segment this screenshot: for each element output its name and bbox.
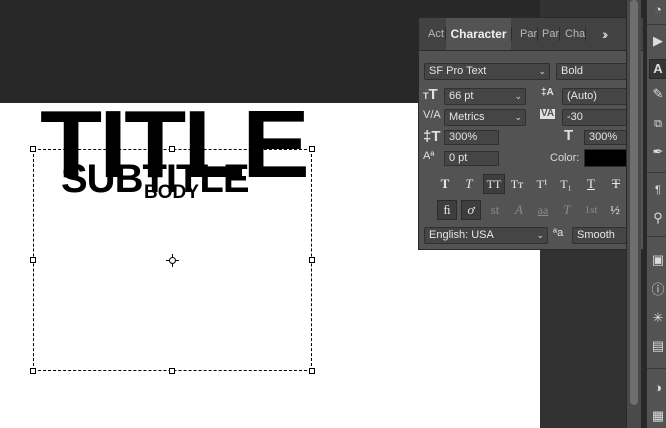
baseline-shift-icon: Aª bbox=[423, 150, 435, 162]
transform-handle[interactable] bbox=[30, 368, 36, 374]
toolbar: ◔ ▶ A ✎ ⧉ ✒ ¶ ⚲ ▣ ⓘ ✳ ▤ ◑ ▦ bbox=[646, 0, 666, 428]
baseline-shift-input[interactable]: 0 pt bbox=[444, 151, 499, 166]
font-style-value: Bold bbox=[561, 65, 584, 77]
paragraph-icon[interactable]: ¶ bbox=[649, 180, 666, 200]
ligatures-button[interactable]: ﬁ bbox=[437, 200, 457, 220]
tab-character[interactable]: Character bbox=[446, 18, 511, 50]
tab-actions[interactable]: Act bbox=[428, 18, 444, 50]
ordinals-button[interactable]: 1st bbox=[581, 200, 601, 220]
transform-handle[interactable] bbox=[169, 368, 175, 374]
sparkle-icon[interactable]: ✳ bbox=[649, 308, 666, 328]
transform-handle[interactable] bbox=[309, 368, 315, 374]
transform-handle[interactable] bbox=[30, 257, 36, 263]
horizontal-scale-icon: T bbox=[564, 127, 574, 144]
faux-bold-button[interactable]: T bbox=[435, 174, 455, 194]
font-size-icon: TT bbox=[423, 86, 438, 103]
vertical-scale-input[interactable]: 300% bbox=[444, 130, 499, 145]
font-family-select[interactable]: SF Pro Text ⌄ bbox=[424, 63, 550, 80]
chevron-down-icon: ⌄ bbox=[514, 112, 522, 122]
superscript-button[interactable]: T¹ bbox=[532, 174, 552, 194]
chevron-down-icon: ⌄ bbox=[514, 91, 522, 101]
kerning-value: Metrics bbox=[449, 111, 485, 123]
adjust-icon[interactable]: ⚲ bbox=[649, 208, 666, 228]
info-icon[interactable]: ⓘ bbox=[649, 280, 666, 300]
stylistic-alternates-button[interactable]: st bbox=[485, 200, 505, 220]
tab-paragraph-styles[interactable]: Par bbox=[542, 18, 559, 50]
play-icon[interactable]: ▶ bbox=[649, 31, 666, 51]
vertical-scale-icon: ‡T bbox=[423, 128, 441, 145]
font-size-select[interactable]: 66 pt ⌄ bbox=[444, 88, 526, 105]
small-caps-button[interactable]: Tт bbox=[507, 174, 527, 194]
reference-point-icon[interactable] bbox=[166, 254, 179, 267]
strikethrough-button[interactable]: T bbox=[606, 174, 626, 194]
swash-button[interactable]: A bbox=[509, 200, 529, 220]
character-panel: Act Character Par Par Cha ›› SF Pro Text… bbox=[418, 17, 644, 250]
notes-icon[interactable]: ▤ bbox=[649, 336, 666, 356]
transform-handle[interactable] bbox=[309, 257, 315, 263]
color-wheel-icon[interactable]: ◑ bbox=[649, 378, 666, 398]
opentype-buttons: ﬁ ơ st A aa T 1st ½ bbox=[437, 200, 637, 220]
all-caps-button[interactable]: TT bbox=[483, 174, 505, 194]
anti-aliasing-icon: ªa bbox=[553, 227, 564, 239]
tab-character-styles[interactable]: Cha bbox=[565, 18, 585, 50]
type-tool-icon[interactable]: A bbox=[649, 59, 666, 79]
leading-icon: ‡A bbox=[541, 87, 554, 98]
dock-scrollbar[interactable] bbox=[630, 0, 638, 405]
layers-icon[interactable]: ▦ bbox=[649, 406, 666, 426]
contextual-alternates-button[interactable]: T bbox=[557, 200, 577, 220]
language-value: English: USA bbox=[429, 229, 494, 241]
tab-paragraph[interactable]: Par bbox=[520, 18, 537, 50]
tracking-icon: VA bbox=[540, 108, 556, 119]
titling-alternates-button[interactable]: aa bbox=[533, 200, 553, 220]
chevron-down-icon: ⌄ bbox=[538, 66, 546, 76]
tool-icon-top[interactable]: ◔ bbox=[649, 0, 666, 20]
tracking-value: -30 bbox=[567, 111, 583, 123]
transform-icon[interactable]: ⧉ bbox=[649, 114, 666, 134]
transform-handle[interactable] bbox=[169, 146, 175, 152]
discretionary-ligatures-button[interactable]: ơ bbox=[461, 200, 481, 220]
font-family-value: SF Pro Text bbox=[429, 65, 487, 77]
leading-value: (Auto) bbox=[567, 90, 597, 102]
brush-icon[interactable]: ✎ bbox=[649, 84, 666, 104]
language-select[interactable]: English: USA ⌄ bbox=[424, 227, 548, 244]
type-style-buttons: T T TT Tт T¹ T₁ T T bbox=[435, 174, 635, 194]
kerning-icon: V/A bbox=[423, 109, 441, 121]
transform-handle[interactable] bbox=[30, 146, 36, 152]
more-tabs-chevron-icon[interactable]: ›› bbox=[602, 26, 609, 42]
fractions-button[interactable]: ½ bbox=[605, 200, 625, 220]
subscript-button[interactable]: T₁ bbox=[556, 174, 576, 194]
anti-aliasing-value: Smooth bbox=[577, 229, 615, 241]
cube-icon[interactable]: ▣ bbox=[649, 250, 666, 270]
pen-icon[interactable]: ✒ bbox=[649, 142, 666, 162]
panel-tab-bar: Act Character Par Par Cha ›› bbox=[419, 18, 643, 51]
color-label: Color: bbox=[550, 152, 580, 164]
kerning-select[interactable]: Metrics ⌄ bbox=[444, 109, 526, 126]
transform-handle[interactable] bbox=[309, 146, 315, 152]
underline-button[interactable]: T bbox=[581, 174, 601, 194]
font-size-value: 66 pt bbox=[449, 90, 474, 102]
faux-italic-button[interactable]: T bbox=[459, 174, 479, 194]
chevron-down-icon: ⌄ bbox=[536, 230, 544, 240]
